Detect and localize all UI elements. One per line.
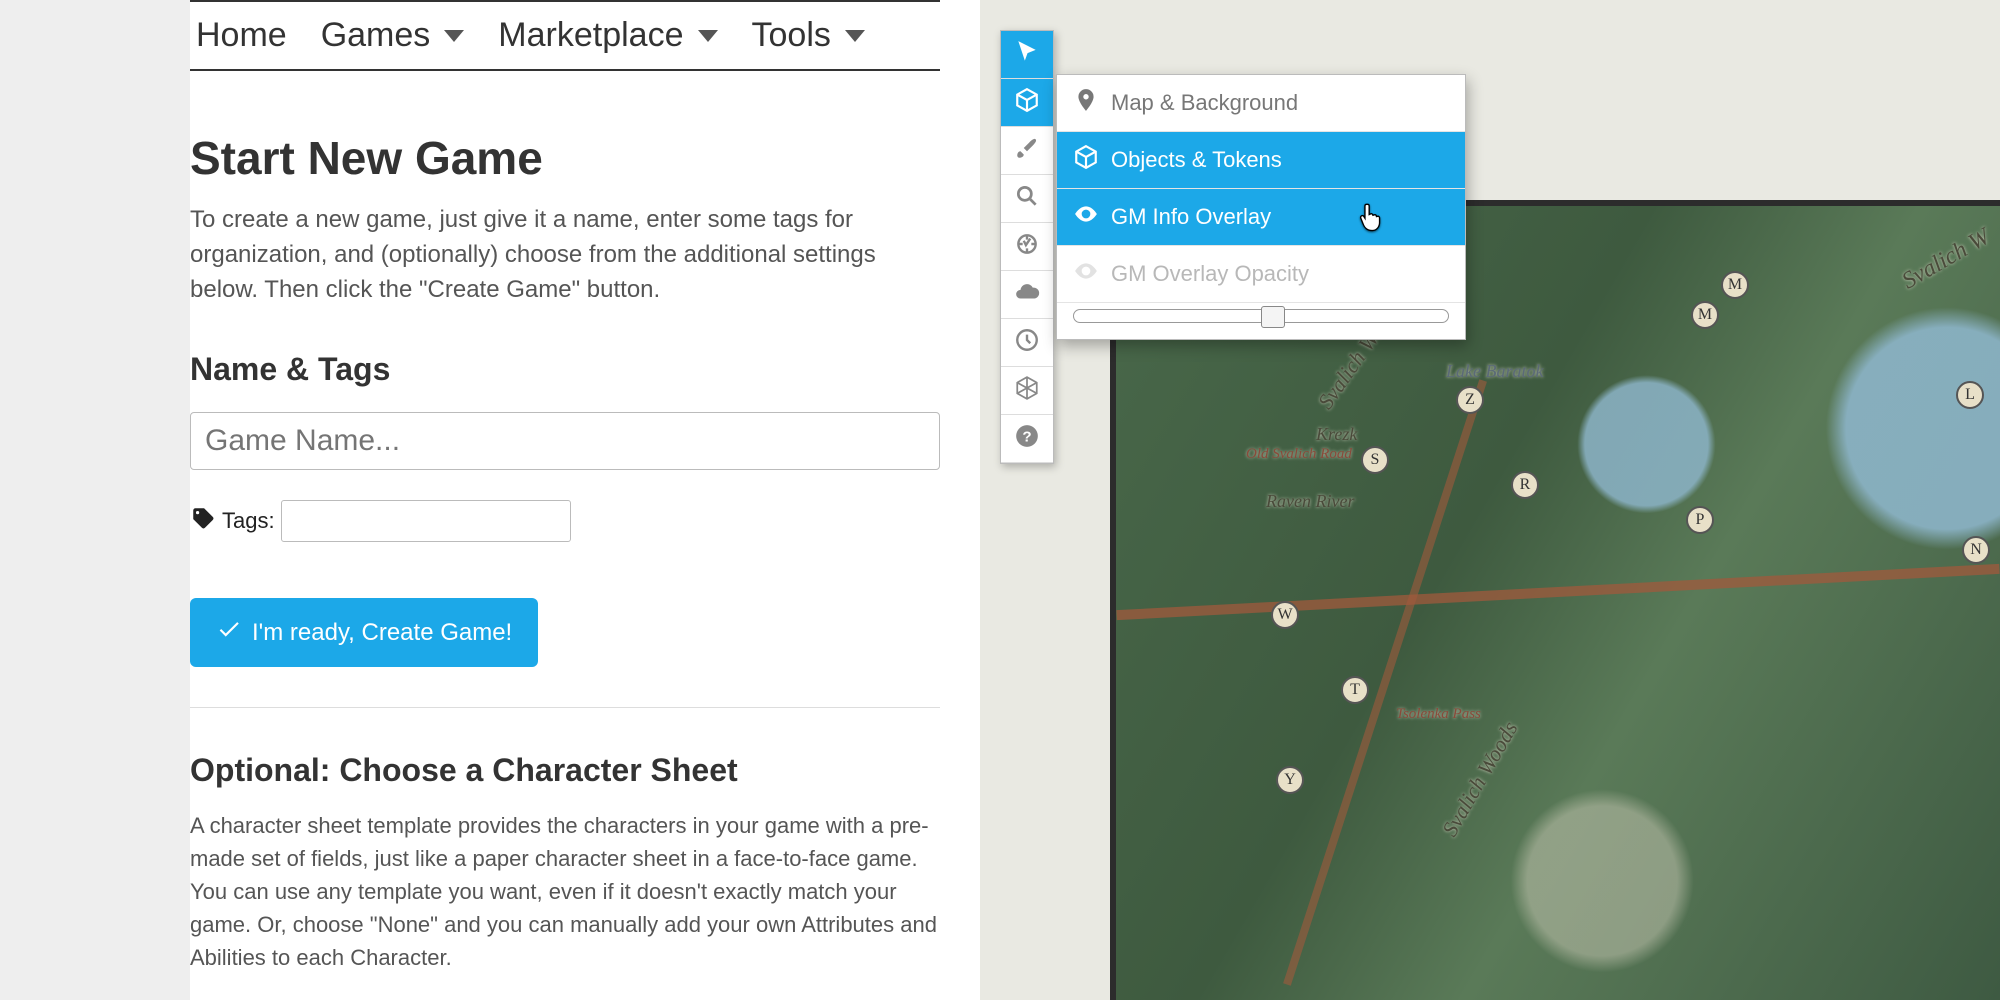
map-pin[interactable]: M [1691,301,1719,329]
tool-fog[interactable] [1001,271,1053,319]
map-pin[interactable]: T [1341,676,1369,704]
map-pin[interactable]: W [1271,601,1299,629]
map-pin[interactable]: R [1511,471,1539,499]
layer-label: Map & Background [1111,90,1298,116]
divider [190,707,940,708]
gm-overlay-opacity-slider[interactable] [1073,309,1449,323]
map-pin[interactable]: S [1361,446,1389,474]
map-label-tsolenka-pass: Tsolenka Pass [1396,706,1481,723]
clock-icon [1014,327,1040,358]
tool-layers[interactable] [1001,79,1053,127]
target-icon [1014,231,1040,262]
layer-gm-overlay-opacity: GM Overlay Opacity [1057,246,1465,303]
layer-label: Objects & Tokens [1111,147,1282,173]
caret-down-icon [444,30,464,42]
vtt-toolbar: ? [1000,30,1054,464]
map-label-svalich-woods-sw: Svalich Woods [1437,717,1524,841]
magnifier-icon [1014,183,1040,214]
game-name-input[interactable] [190,412,940,470]
tool-measure[interactable] [1001,223,1053,271]
map-pin[interactable]: P [1686,506,1714,534]
tool-zoom[interactable] [1001,175,1053,223]
nav-tools-label: Tools [752,16,831,55]
caret-down-icon [845,30,865,42]
eye-icon [1073,258,1099,290]
help-icon: ? [1014,423,1040,454]
tag-icon [190,505,216,537]
map-pin[interactable]: L [1956,381,1984,409]
layer-label: GM Info Overlay [1111,204,1271,230]
slider-track [1073,309,1449,323]
tags-label: Tags: [222,508,275,534]
cube-icon [1073,144,1099,176]
nav-marketplace-label: Marketplace [498,16,683,55]
character-sheet-heading: Optional: Choose a Character Sheet [190,752,940,789]
map-pin[interactable]: Y [1276,766,1304,794]
vtt-editor-panel: Svalich Woods Svalich W Svalich Woods La… [980,0,2000,1000]
tool-dice[interactable] [1001,367,1053,415]
nav-tools[interactable]: Tools [752,16,865,55]
map-pin[interactable]: M [1721,271,1749,299]
map-label-svalich-woods-ne: Svalich W [1898,224,1995,296]
map-label-lake-baratok: Lake Baratok [1446,361,1543,382]
layer-map-background[interactable]: Map & Background [1057,75,1465,132]
top-nav: Home Games Marketplace Tools [190,0,940,71]
svg-text:?: ? [1022,428,1031,445]
map-pin[interactable]: Z [1456,386,1484,414]
layer-gm-info-overlay[interactable]: GM Info Overlay [1057,189,1465,246]
name-tags-heading: Name & Tags [190,351,940,388]
page-intro: To create a new game, just give it a nam… [190,203,940,307]
check-icon [216,616,242,649]
map-road-decoration [1116,564,1999,620]
tool-turn-tracker[interactable] [1001,319,1053,367]
tool-draw[interactable] [1001,127,1053,175]
map-road-decoration [1283,379,1487,986]
tags-input[interactable] [281,500,571,542]
map-label-raven-river: Raven River [1266,491,1354,512]
start-new-game-panel: Home Games Marketplace Tools Start New G… [0,0,980,1000]
map-pin[interactable]: N [1962,536,1990,564]
brush-icon [1014,135,1040,166]
character-sheet-desc: A character sheet template provides the … [190,809,940,974]
map-pin-icon [1073,87,1099,119]
d20-icon [1014,375,1040,406]
nav-games[interactable]: Games [321,16,465,55]
nav-games-label: Games [321,16,431,55]
nav-home-label: Home [196,16,287,55]
layers-popout: Map & Background Objects & Tokens GM Inf… [1056,74,1466,340]
caret-down-icon [698,30,718,42]
create-game-button[interactable]: I'm ready, Create Game! [190,598,538,667]
tool-help[interactable]: ? [1001,415,1053,463]
tool-select[interactable] [1001,31,1053,79]
layer-objects-tokens[interactable]: Objects & Tokens [1057,132,1465,189]
cube-icon [1014,87,1040,118]
slider-thumb[interactable] [1261,306,1285,328]
nav-marketplace[interactable]: Marketplace [498,16,717,55]
map-label-krezk: Krezk [1316,424,1357,445]
map-label-old-svalich-road: Old Svalich Road [1246,446,1352,463]
cursor-icon [1014,39,1040,70]
nav-home[interactable]: Home [196,16,287,55]
page-title: Start New Game [190,131,940,185]
eye-icon [1073,201,1099,233]
cloud-icon [1014,279,1040,310]
create-game-button-label: I'm ready, Create Game! [252,619,512,647]
layer-label: GM Overlay Opacity [1111,261,1309,287]
